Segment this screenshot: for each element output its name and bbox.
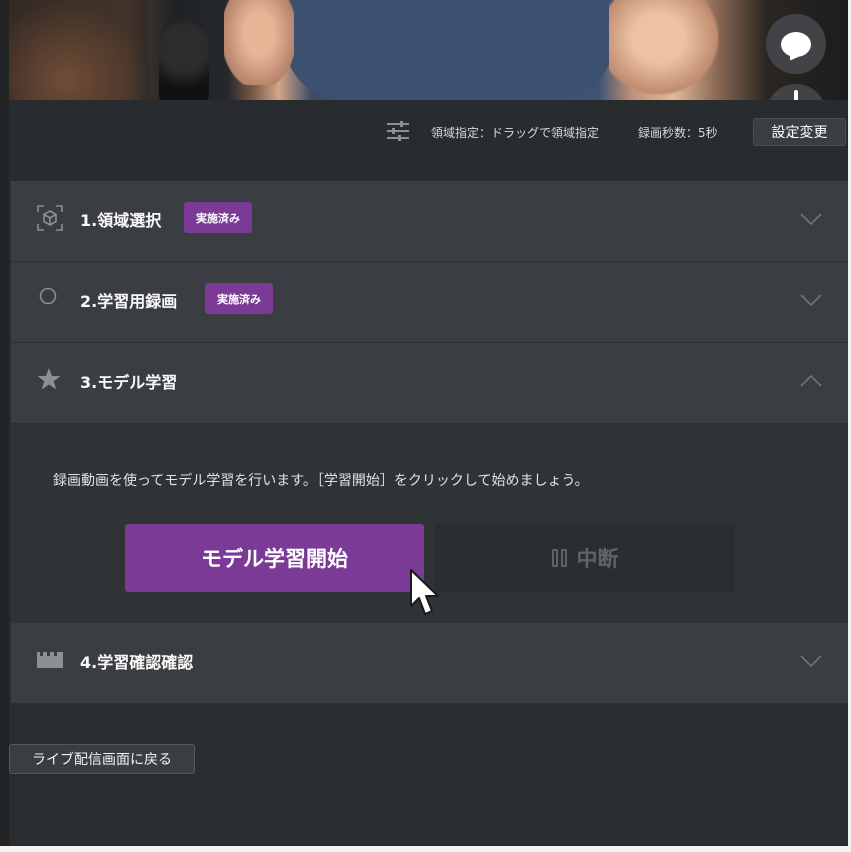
- change-settings-button[interactable]: 設定変更: [753, 118, 846, 146]
- step-header-region-select[interactable]: 1.領域選択 実施済み: [11, 181, 848, 262]
- step-title: 4.学習確認確認: [80, 653, 194, 672]
- region-select-icon: [37, 205, 63, 231]
- chevron-down-icon: [800, 655, 822, 668]
- star-icon: [37, 368, 61, 390]
- chevron-down-icon: [800, 213, 822, 226]
- chevron-up-icon: [800, 374, 822, 387]
- region-setting-text: 領域指定：ドラッグで領域指定: [431, 126, 600, 140]
- steps-accordion: 1.領域選択 実施済み 2.学習用録画 実施済み 3.モデル学習 録画動画を使っ…: [11, 181, 848, 704]
- completed-badge: 実施済み: [184, 202, 252, 233]
- settings-strip: [9, 100, 851, 180]
- start-training-button[interactable]: モデル学習開始: [125, 524, 424, 592]
- clapperboard-icon: [37, 652, 63, 668]
- step-title: 1.領域選択: [80, 211, 162, 230]
- pause-label: 中断: [576, 547, 619, 571]
- step-header-verification[interactable]: 4.学習確認確認: [11, 623, 848, 704]
- speech-bubble-icon: [781, 31, 811, 57]
- record-circle-icon: [39, 287, 57, 305]
- chevron-down-icon: [800, 294, 822, 307]
- person-shirt: [284, 0, 614, 100]
- pause-training-button[interactable]: 中断: [435, 524, 735, 592]
- step-title: 2.学習用録画: [80, 292, 178, 311]
- back-to-live-button[interactable]: ライブ配信画面に戻る: [9, 744, 195, 774]
- mouse-cursor-icon: [410, 569, 439, 615]
- step-header-recording[interactable]: 2.学習用録画 実施済み: [11, 262, 848, 343]
- step-header-model-training[interactable]: 3.モデル学習: [11, 343, 848, 424]
- completed-badge: 実施済み: [205, 283, 273, 314]
- recording-seconds-text: 録画秒数：5秒: [638, 126, 718, 140]
- model-training-description: 録画動画を使ってモデル学習を行います。［学習開始］をクリックして始めましょう。: [53, 473, 589, 489]
- pause-icon: [551, 549, 567, 567]
- person-hand-left: [224, 0, 294, 85]
- person-hand-right: [609, 0, 719, 95]
- bottom-edge: [0, 846, 851, 852]
- video-preview: [9, 0, 851, 100]
- comment-button[interactable]: [766, 14, 826, 74]
- tripod-in-video: [159, 20, 209, 100]
- sliders-icon: [387, 121, 409, 141]
- step-title: 3.モデル学習: [80, 373, 178, 392]
